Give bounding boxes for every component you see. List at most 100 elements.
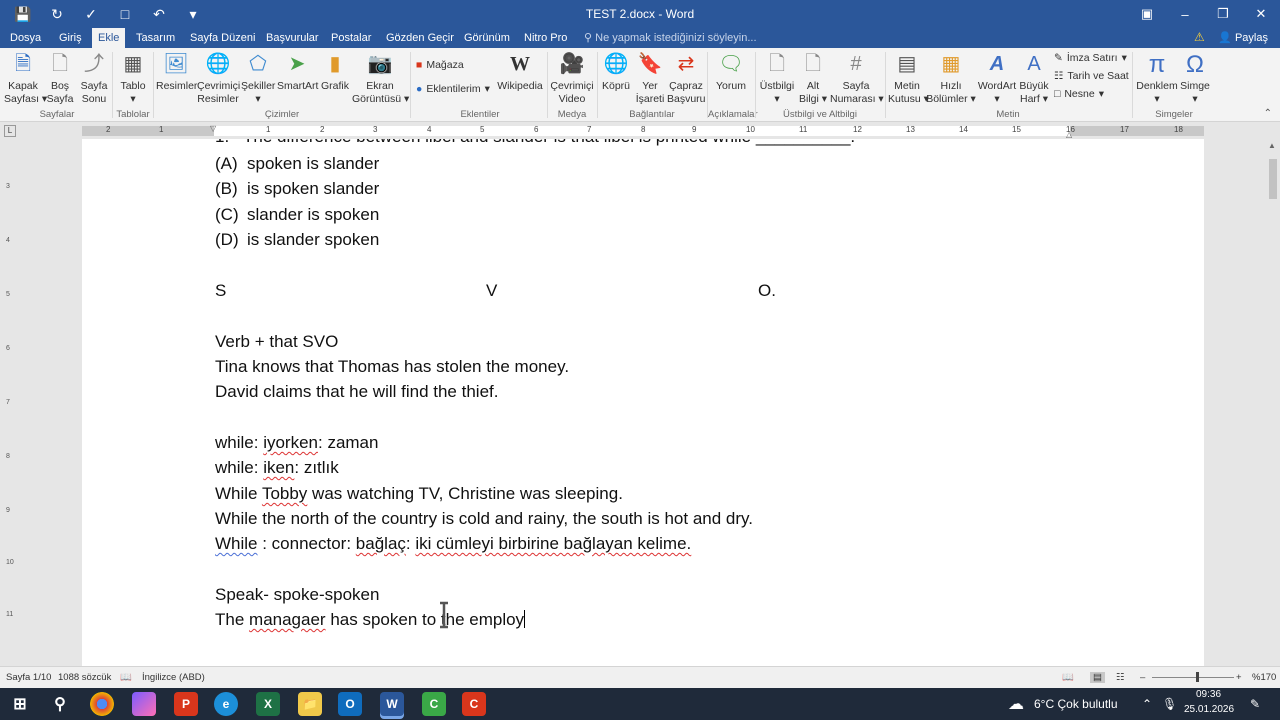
- restore-button[interactable]: ❐: [1204, 0, 1242, 28]
- warning-icon[interactable]: ⚠: [1194, 30, 1205, 44]
- pictures-button[interactable]: 🖼 Resimler: [156, 50, 197, 93]
- weather-icon[interactable]: ☁: [1008, 694, 1024, 714]
- word-icon[interactable]: W: [380, 692, 404, 716]
- excel-icon[interactable]: X: [256, 692, 280, 716]
- equation-button[interactable]: π Denklem ▾: [1136, 50, 1178, 106]
- online-video-button[interactable]: 🎥 Çevrimiçi Video: [550, 50, 594, 106]
- tab-nitro-pro[interactable]: Nitro Pro: [518, 28, 573, 48]
- ribbon-display-icon[interactable]: ▣: [1128, 0, 1166, 28]
- misspelled-word[interactable]: managaer: [249, 610, 326, 629]
- chevron-up-icon[interactable]: ⌃: [1142, 697, 1152, 711]
- signature-line-button[interactable]: ✎ İmza Satırı ▾: [1054, 52, 1127, 64]
- tab-gozden-gecir[interactable]: Gözden Geçir: [380, 28, 460, 48]
- wordart-button[interactable]: A WordArt ▾: [976, 50, 1018, 106]
- smartart-button[interactable]: ➤ SmartArt: [277, 50, 318, 93]
- indent-marker-icon[interactable]: ▽: [210, 124, 216, 133]
- online-pictures-button[interactable]: 🌐 Çevrimiçi Resimler: [197, 50, 240, 106]
- misspelled-word[interactable]: iken: [263, 458, 294, 477]
- misspelled-word[interactable]: bağlaç: [356, 534, 406, 553]
- cover-page-button[interactable]: 🗎 Kapak Sayfası ▾: [4, 50, 47, 106]
- tab-giris[interactable]: Giriş: [53, 28, 88, 48]
- vertical-ruler[interactable]: 3 4 5 6 7 8 9 10 11: [0, 139, 18, 666]
- tab-ekle[interactable]: Ekle: [92, 28, 126, 48]
- web-layout-icon[interactable]: ☷: [1116, 672, 1125, 683]
- scroll-up-icon[interactable]: ▲: [1268, 141, 1276, 150]
- share-button[interactable]: 👤 Paylaş: [1218, 31, 1268, 44]
- weather-text[interactable]: 6°C Çok bulutlu: [1034, 697, 1118, 711]
- edge-icon[interactable]: e: [214, 692, 238, 716]
- text-box-button[interactable]: ▤ Metin Kutusu ▾: [888, 50, 929, 106]
- ruler-tick: 11: [799, 125, 808, 134]
- wikipedia-button[interactable]: W Wikipedia: [496, 50, 544, 93]
- vertical-scrollbar[interactable]: ▲: [1266, 139, 1280, 666]
- file-explorer-icon[interactable]: 📁: [298, 692, 322, 716]
- microphone-icon[interactable]: 🎙: [1162, 697, 1177, 711]
- chrome-icon[interactable]: [90, 692, 114, 716]
- table-label: Tablo ▾: [120, 80, 146, 105]
- grammar-flagged-word[interactable]: While: [215, 534, 258, 553]
- clock-time[interactable]: 09:36: [1196, 689, 1221, 700]
- close-button[interactable]: ✕: [1242, 0, 1280, 28]
- tab-sayfa-duzeni[interactable]: Sayfa Düzeni: [184, 28, 261, 48]
- app-icon[interactable]: C: [422, 692, 446, 716]
- comment-button[interactable]: 🗨 Yorum: [712, 50, 750, 93]
- cross-reference-button[interactable]: ⇄ Çapraz Başvuru: [667, 50, 706, 106]
- zoom-slider-thumb[interactable]: [1196, 672, 1199, 682]
- tab-tasarim[interactable]: Tasarım: [130, 28, 181, 48]
- word-count[interactable]: 1088 sözcük: [58, 672, 111, 683]
- scroll-thumb[interactable]: [1269, 159, 1277, 199]
- app-icon[interactable]: C: [462, 692, 486, 716]
- date-time-button[interactable]: ☷ Tarih ve Saat: [1054, 70, 1129, 82]
- page-break-button[interactable]: ⤴ Sayfa Sonu: [78, 50, 110, 106]
- store-button[interactable]: ■ Mağaza: [416, 59, 464, 71]
- chart-button[interactable]: ▮ Grafik: [319, 50, 351, 93]
- misspelled-word[interactable]: Tobby: [262, 484, 307, 503]
- proofing-icon[interactable]: 📖: [120, 672, 132, 683]
- blank-page-button[interactable]: 🗋 Boş Sayfa: [44, 50, 76, 106]
- print-layout-icon[interactable]: ▤: [1090, 672, 1105, 683]
- tab-selector-icon[interactable]: L: [4, 125, 16, 137]
- tab-postalar[interactable]: Postalar: [325, 28, 377, 48]
- minimize-button[interactable]: –: [1166, 0, 1204, 28]
- document-page[interactable]: 1. The difference between libel and slan…: [82, 139, 1204, 666]
- misspelled-word[interactable]: iyorken: [263, 433, 318, 452]
- header-button[interactable]: 🗋 Üstbilgi ▾: [758, 50, 796, 106]
- tab-gorunum[interactable]: Görünüm: [458, 28, 516, 48]
- right-indent-marker-icon[interactable]: △: [1066, 130, 1072, 139]
- tab-dosya[interactable]: Dosya: [4, 28, 47, 48]
- windows-start-icon[interactable]: ⊞: [8, 692, 32, 716]
- notification-icon[interactable]: ✎: [1250, 697, 1260, 711]
- page-count[interactable]: Sayfa 1/10: [6, 672, 51, 683]
- zoom-slider[interactable]: [1152, 677, 1234, 678]
- link-button[interactable]: 🌐 Köprü: [600, 50, 632, 93]
- read-mode-icon[interactable]: 📖: [1062, 672, 1074, 683]
- misspelled-word[interactable]: iki cümleyi birbirine bağlayan kelime.: [415, 534, 691, 553]
- clock-date[interactable]: 25.01.2026: [1184, 704, 1234, 715]
- page-number-button[interactable]: # Sayfa Numarası ▾: [830, 50, 884, 106]
- horizontal-ruler[interactable]: L 2 1 1 2 3 4 5 6 7 8 9 10 11 12 13 14 1…: [0, 123, 1280, 139]
- my-addins-button[interactable]: ● Eklentilerim ▾: [416, 83, 490, 95]
- tell-me-search[interactable]: ⚲ Ne yapmak istediğinizi söyleyin...: [584, 31, 757, 44]
- symbol-button[interactable]: Ω Simge ▾: [1178, 50, 1212, 106]
- zoom-in-icon[interactable]: +: [1236, 672, 1242, 683]
- zoom-level[interactable]: %170: [1252, 672, 1276, 683]
- tab-basvurular[interactable]: Başvurular: [260, 28, 325, 48]
- bookmark-button[interactable]: 🔖 Yer İşareti: [634, 50, 666, 106]
- table-button[interactable]: ▦ Tablo ▾: [116, 50, 150, 106]
- screenshot-button[interactable]: 📷 Ekran Görüntüsü ▾: [352, 50, 409, 106]
- language-status[interactable]: İngilizce (ABD): [142, 672, 205, 683]
- copilot-icon[interactable]: [132, 692, 156, 716]
- footer-button[interactable]: 🗋 Alt Bilgi ▾: [796, 50, 830, 106]
- vruler-tick: 7: [6, 399, 10, 406]
- outlook-icon[interactable]: O: [338, 692, 362, 716]
- collapse-ribbon-icon[interactable]: ⌃: [1264, 108, 1272, 119]
- drop-cap-button[interactable]: A Büyük Harf ▾: [1018, 50, 1050, 106]
- pdf-reader-icon[interactable]: P: [174, 692, 198, 716]
- shapes-button[interactable]: ⬠ Şekiller ▾: [241, 50, 275, 106]
- object-button[interactable]: □ Nesne ▾: [1054, 88, 1104, 100]
- search-icon[interactable]: ⚲: [48, 692, 72, 716]
- zoom-out-icon[interactable]: –: [1140, 672, 1145, 683]
- online-pictures-icon: 🌐: [205, 52, 231, 75]
- quick-parts-button[interactable]: ▦ Hızlı Bölümler ▾: [926, 50, 976, 106]
- ruler-tick: 5: [480, 125, 485, 134]
